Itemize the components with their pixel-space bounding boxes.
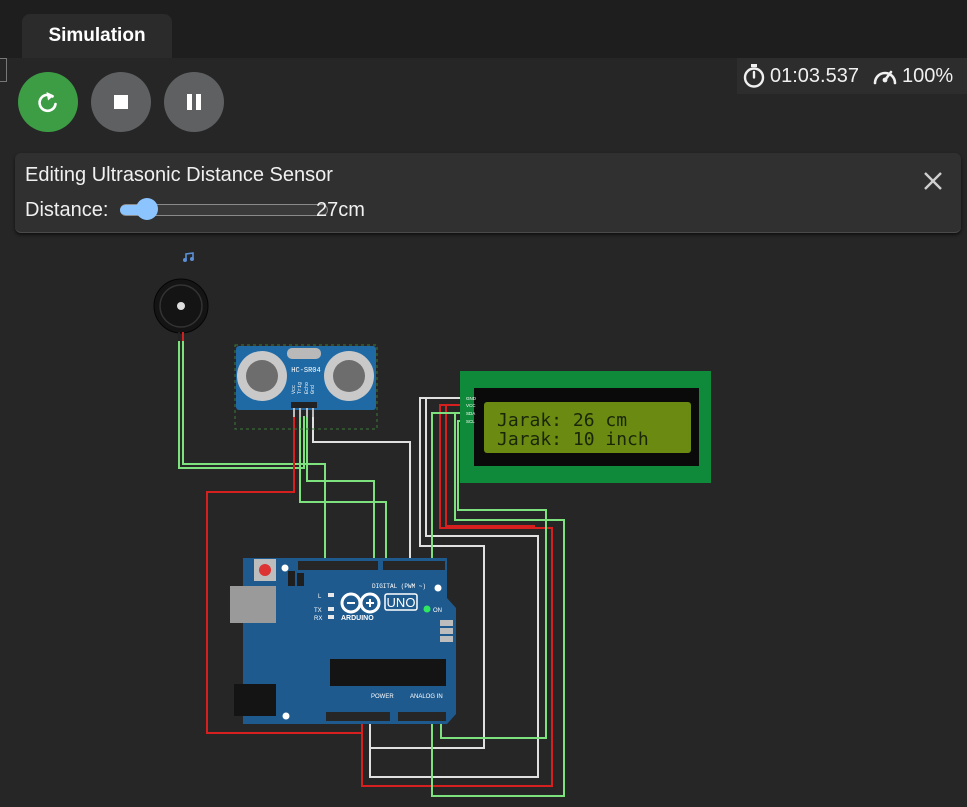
stop-icon (114, 95, 128, 109)
tab-simulation[interactable]: Simulation (22, 14, 172, 58)
top-bar: Simulation (0, 0, 967, 58)
sensor-pin-trig: Trig (297, 382, 303, 394)
wire-gnd[interactable] (312, 411, 411, 566)
elapsed-time-value: 01:03.537 (770, 64, 859, 87)
lcd-pin-gnd: GND (466, 396, 477, 401)
lcd-line-2: Jarak: 10 inch (497, 429, 649, 450)
part-editor-panel: Editing Ultrasonic Distance Sensor Dista… (15, 153, 961, 233)
distance-slider[interactable] (120, 198, 328, 220)
speedometer-icon (873, 70, 897, 85)
ultrasonic-sensor[interactable]: HC-SR04 Vcc Trig Echo Gnd (234, 344, 378, 430)
analog-header-label: ANALOG IN (410, 694, 443, 700)
digital-header-label: DIGITAL (PWM ~) (372, 583, 426, 590)
led-rx-label: RX (314, 616, 322, 622)
lcd-pin-sda: SDA (466, 411, 475, 416)
sensor-pin-gnd: Gnd (310, 385, 316, 394)
stop-button[interactable] (91, 72, 151, 132)
lcd-pin-vcc: VCC (466, 403, 476, 408)
left-panel-edge[interactable] (0, 58, 7, 82)
simulation-toolbar (18, 72, 224, 132)
slider-thumb[interactable] (136, 198, 158, 220)
editor-title: Editing Ultrasonic Distance Sensor (25, 164, 333, 186)
pause-icon (187, 94, 201, 110)
circuit-canvas[interactable]: HC-SR04 Vcc Trig Echo Gnd Jarak: 26 cm J… (0, 236, 967, 807)
lcd-line-1: Jarak: 26 cm (497, 410, 627, 431)
arduino-brand: ARDUINO (341, 615, 374, 622)
restart-button[interactable] (18, 72, 78, 132)
stopwatch-icon (743, 64, 765, 88)
buzzer[interactable] (153, 252, 209, 342)
uno-logo: UNO (387, 595, 416, 610)
on-label: ON (433, 608, 442, 614)
sensor-model-label: HC-SR04 (291, 367, 320, 375)
simulation-status: 01:03.537 100% (737, 58, 967, 94)
music-note-icon (183, 252, 194, 262)
restart-icon (38, 92, 57, 113)
power-header-label: POWER (371, 694, 394, 700)
led-tx-label: TX (314, 608, 322, 614)
elapsed-time: 01:03.537 (741, 63, 859, 89)
simulation-speed: 100% (871, 63, 953, 89)
wire-echo[interactable] (306, 411, 375, 566)
pause-button[interactable] (164, 72, 224, 132)
distance-value: 27cm (316, 199, 365, 221)
lcd-pin-scl: SCL (466, 419, 475, 424)
arduino-uno[interactable]: DIGITAL (PWM ~) L TX RX UNO ARDUINO ON P… (230, 558, 456, 724)
close-icon[interactable] (920, 168, 946, 194)
lcd-display[interactable]: Jarak: 26 cm Jarak: 10 inch GND VCC SDA … (460, 371, 711, 483)
simulation-speed-value: 100% (901, 64, 954, 87)
distance-label: Distance: (25, 199, 109, 221)
